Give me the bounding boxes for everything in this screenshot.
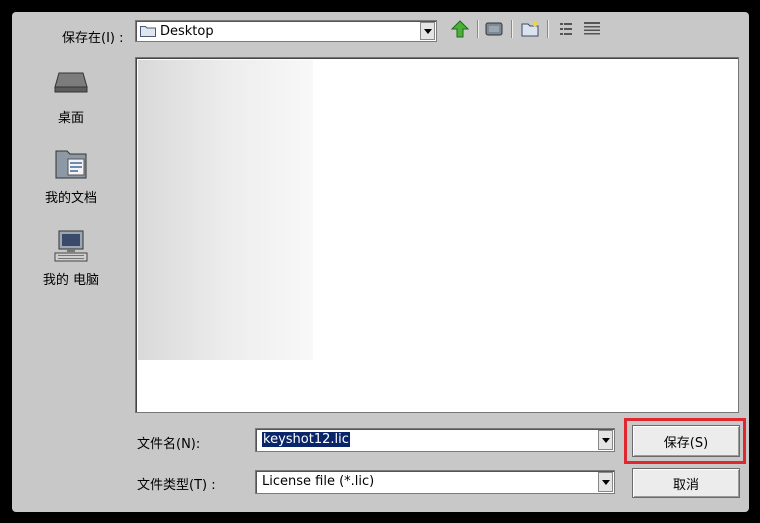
toolbar-separator — [547, 20, 549, 38]
filetype-label: 文件类型(T) : — [137, 478, 216, 493]
new-folder-icon — [521, 21, 539, 37]
filename-label-text: 文件名(N): — [137, 437, 201, 452]
filename-combobox[interactable]: keyshot12.lic — [255, 428, 615, 452]
chevron-down-icon[interactable] — [598, 430, 613, 450]
details-view-button[interactable] — [581, 18, 603, 40]
place-label: 桌面 — [57, 111, 84, 126]
folder-icon — [140, 25, 156, 37]
filetype-combobox[interactable]: License file (*.lic) — [255, 470, 615, 494]
save-button[interactable]: 保存(S) — [632, 425, 740, 457]
location-combobox[interactable]: Desktop — [135, 20, 437, 42]
place-my-computer[interactable]: 我的 电脑 — [32, 229, 110, 288]
desktop-button[interactable] — [483, 18, 505, 40]
up-one-level-button[interactable] — [449, 18, 471, 40]
up-arrow-icon — [451, 20, 469, 38]
file-list-shading — [138, 60, 313, 360]
filename-input[interactable]: keyshot12.lic — [262, 432, 350, 447]
list-view-icon — [560, 23, 572, 35]
filename-label: 文件名(N): — [137, 433, 200, 452]
place-desktop[interactable]: 桌面 — [32, 67, 110, 126]
details-view-icon — [584, 22, 600, 35]
save-in-label: 保存在(I) : — [62, 31, 124, 46]
chevron-down-icon[interactable] — [598, 472, 613, 492]
computer-icon — [51, 229, 91, 265]
file-list-pane[interactable] — [135, 57, 739, 413]
desktop-icon — [485, 22, 503, 36]
filetype-value: License file (*.lic) — [262, 474, 375, 489]
toolbar-separator — [511, 20, 513, 38]
save-dialog: 保存在(I) : Desktop 桌面 我的文档 我的 电脑 文件名(N): k… — [12, 12, 749, 512]
toolbar-separator — [477, 20, 479, 38]
filename-value: keyshot12.lic — [262, 432, 350, 447]
chevron-down-icon[interactable] — [420, 22, 435, 40]
location-value: Desktop — [160, 24, 214, 39]
place-my-documents[interactable]: 我的文档 — [32, 147, 110, 206]
list-view-button[interactable] — [555, 18, 577, 40]
new-folder-button[interactable] — [519, 18, 541, 40]
place-label: 我的 电脑 — [42, 273, 100, 288]
cancel-button[interactable]: 取消 — [632, 468, 740, 498]
documents-folder-icon — [51, 147, 91, 183]
place-label: 我的文档 — [44, 191, 97, 206]
desktop-icon — [51, 67, 91, 103]
